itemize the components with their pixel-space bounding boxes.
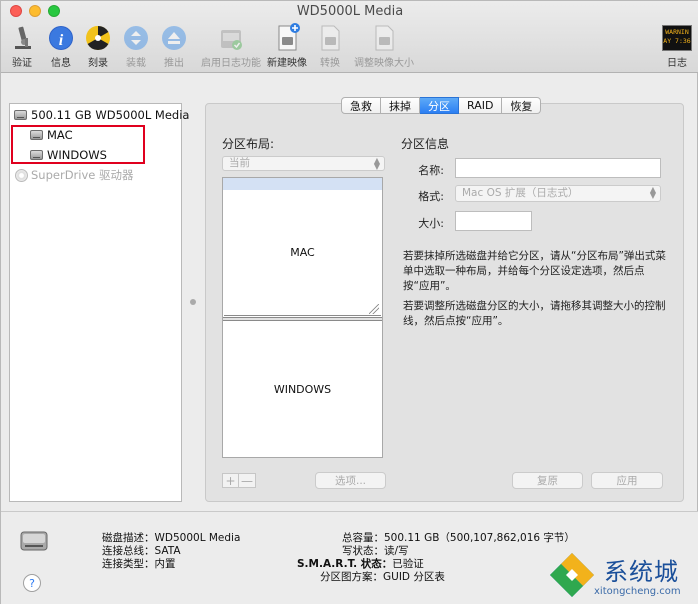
mount-icon	[121, 23, 151, 53]
partition-layout-title: 分区布局:	[222, 137, 275, 151]
sidebar-item-superdrive[interactable]: SuperDrive 驱动器	[15, 167, 134, 183]
new-image-button[interactable]: 新建映像	[267, 23, 307, 69]
convert-icon	[315, 23, 345, 53]
tab-bar: 急救 抹掉 分区 RAID 恢复	[341, 97, 542, 114]
partition-block-mac[interactable]: MAC	[224, 190, 381, 316]
partition-info-title: 分区信息	[401, 137, 450, 151]
partition-scheme-row: 分区图方案：GUID 分区表	[320, 571, 445, 583]
updown-arrows-icon: ▲ ▼	[373, 156, 380, 171]
apply-button[interactable]: 应用	[591, 472, 663, 489]
window-title: WD5000L Media	[296, 4, 404, 19]
console-log-icon: WARNIN AY 7:36	[662, 23, 692, 53]
watermark-text: 系统城	[604, 558, 679, 586]
microscope-icon	[7, 23, 37, 53]
burn-button[interactable]: 刻录	[78, 23, 118, 69]
burn-icon	[83, 23, 113, 53]
info-button[interactable]: i 信息	[41, 23, 81, 69]
info-icon: i	[46, 23, 76, 53]
mount-button[interactable]: 装载	[116, 23, 156, 69]
size-field[interactable]	[455, 211, 532, 231]
convert-button[interactable]: 转换	[310, 23, 350, 69]
log-button[interactable]: WARNIN AY 7:36 日志	[657, 23, 697, 69]
splitter-handle[interactable]	[190, 299, 196, 305]
help-text-resize: 若要调整所选磁盘分区的大小，请拖移其调整大小的控制线，然后点按“应用”。	[403, 300, 666, 327]
options-button[interactable]: 选项...	[315, 472, 386, 489]
add-partition-button[interactable]: +	[222, 473, 239, 488]
format-select[interactable]: Mac OS 扩展（日志式） ▲ ▼	[455, 185, 661, 202]
disk-label: 500.11 GB WD5000L Media	[31, 108, 190, 122]
remove-partition-button[interactable]: —	[239, 473, 256, 488]
size-label: 大小:	[418, 217, 444, 230]
resize-image-button[interactable]: 调整映像大小	[354, 23, 414, 69]
disk-utility-window: WD5000L Media 验证 i 信息 刻录 装载 推出 启用日志功能 新建…	[0, 0, 698, 604]
selection-strip	[223, 178, 382, 190]
revert-button[interactable]: 复原	[512, 472, 583, 489]
partition-layout-select[interactable]: 当前 ▲ ▼	[222, 156, 385, 171]
enable-journaling-button[interactable]: 启用日志功能	[201, 23, 261, 69]
partition-block-windows[interactable]: WINDOWS	[224, 321, 381, 457]
hard-disk-icon	[14, 110, 27, 120]
toolbar: WD5000L Media 验证 i 信息 刻录 装载 推出 启用日志功能 新建…	[1, 1, 698, 73]
updown-arrows-icon: ▲ ▼	[649, 185, 656, 200]
partition-layout-map: MAC WINDOWS	[222, 177, 383, 458]
help-button[interactable]: ?	[23, 574, 41, 592]
journal-icon	[216, 23, 246, 53]
eject-button[interactable]: 推出	[154, 23, 194, 69]
highlight-annotation	[11, 125, 145, 164]
eject-icon	[159, 23, 189, 53]
watermark-url: xitongcheng.com	[594, 586, 681, 597]
new-image-icon	[272, 23, 302, 53]
resize-grip-icon[interactable]	[369, 304, 379, 314]
drive-label: SuperDrive 驱动器	[31, 168, 134, 182]
name-field[interactable]	[455, 158, 661, 178]
tab-erase[interactable]: 抹掉	[381, 97, 420, 114]
format-label: 格式:	[418, 190, 444, 203]
help-text-erase: 若要抹掉所选磁盘并给它分区，请从“分区布局”弹出式菜单中选取一种布局，并给每个分…	[403, 250, 666, 292]
tab-first-aid[interactable]: 急救	[341, 97, 381, 114]
sidebar-item-disk[interactable]: 500.11 GB WD5000L Media	[14, 108, 189, 122]
optical-disc-icon	[15, 168, 28, 182]
partition-add-remove: + —	[222, 473, 256, 488]
tab-raid[interactable]: RAID	[459, 97, 503, 114]
resize-image-icon	[369, 23, 399, 53]
hard-disk-icon	[20, 528, 48, 554]
name-label: 名称:	[418, 164, 444, 177]
verify-button[interactable]: 验证	[2, 23, 42, 69]
svg-text:i: i	[59, 32, 64, 49]
tab-restore[interactable]: 恢复	[502, 97, 542, 114]
tab-partition[interactable]: 分区	[420, 97, 459, 114]
connection-type-row: 连接类型：内置	[102, 558, 176, 570]
